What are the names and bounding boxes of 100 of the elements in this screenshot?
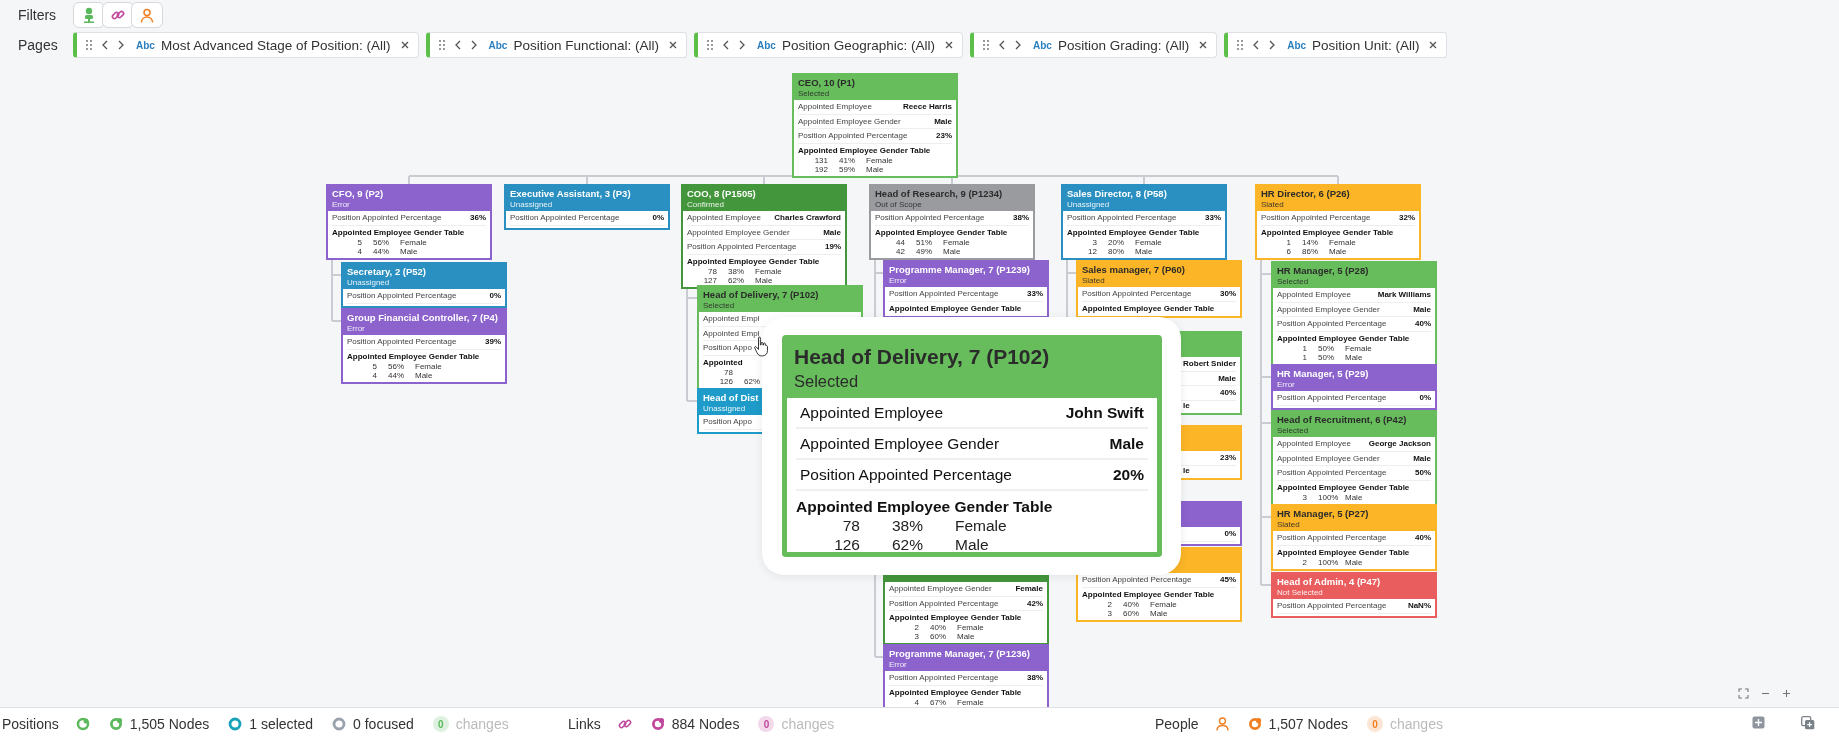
field-value: 33% bbox=[1205, 213, 1221, 223]
table-cell-text: 38% bbox=[727, 266, 745, 276]
status-text: 1 selected bbox=[249, 716, 314, 732]
table-cell-text: 60% bbox=[1122, 608, 1140, 618]
position-status: Selected bbox=[1277, 426, 1310, 436]
field-value: Robert Snider bbox=[1183, 359, 1236, 369]
field-value: Male bbox=[1413, 453, 1431, 463]
field-value: 50% bbox=[1415, 468, 1431, 478]
table-cell-text: 100% bbox=[1317, 492, 1340, 502]
table-cell-text: Male bbox=[415, 370, 434, 380]
table-cell-text: 6 bbox=[1285, 246, 1291, 256]
table-cell-text: 2 bbox=[913, 623, 919, 632]
table-cell-text: Male bbox=[1345, 352, 1364, 362]
table-heading: Appointed Employee Gender Table bbox=[889, 613, 1022, 622]
position-title: CFO, 9 (P2) bbox=[332, 188, 385, 200]
position-status: Slated bbox=[1082, 276, 1106, 286]
position-status: Error bbox=[889, 660, 908, 670]
table-cell-text: 4 bbox=[371, 370, 377, 380]
position-status: Selected bbox=[1277, 277, 1310, 287]
table-cell-text: 12 bbox=[1087, 246, 1097, 256]
table-cell-text: 56% bbox=[372, 237, 390, 247]
table-cell-text: 14% bbox=[1301, 237, 1319, 247]
table-cell-text: 78 bbox=[841, 516, 860, 535]
table-cell-text: Female bbox=[1135, 237, 1163, 247]
field-value: Male bbox=[1109, 434, 1144, 453]
table-cell-text: 50% bbox=[1317, 352, 1335, 362]
table-cell-text: Female bbox=[955, 516, 1008, 535]
field-label: Appointed Employee bbox=[687, 213, 761, 223]
field-label: Position Appo bbox=[703, 417, 752, 427]
field-value: Male bbox=[934, 116, 952, 126]
field-label: Position Appointed Percentage bbox=[1082, 289, 1192, 299]
position-status: Error bbox=[889, 276, 908, 286]
field-value: Male bbox=[1218, 373, 1236, 383]
position-status: Error bbox=[347, 324, 366, 334]
table-cell-text: 2 bbox=[1301, 557, 1307, 567]
table-heading: Appointed Employee Gender Table bbox=[332, 227, 465, 237]
field-value: Male bbox=[1413, 304, 1431, 314]
position-title: HR Manager, 5 (P27) bbox=[1277, 508, 1370, 520]
field-value: 0% bbox=[1419, 393, 1431, 403]
field-label: Position Appointed Percentage bbox=[1067, 213, 1177, 223]
position-title: Head of Delivery, 7 (P102) bbox=[703, 289, 820, 301]
table-heading: le bbox=[1183, 400, 1190, 410]
table-cell-text: 4 bbox=[913, 697, 919, 707]
field-value: 40% bbox=[1415, 319, 1431, 329]
table-cell-text: Female bbox=[1329, 237, 1357, 247]
field-value: 0% bbox=[652, 213, 664, 223]
table-heading: Appointed Employee Gender Table bbox=[1261, 227, 1394, 237]
field-value: 20% bbox=[1112, 465, 1144, 484]
table-cell-text: 42 bbox=[895, 246, 905, 256]
table-heading: Appointed Employee Gender Table bbox=[347, 351, 480, 361]
table-heading: Appointed Employee Gender Table bbox=[889, 303, 1022, 313]
table-cell-text: Male bbox=[400, 246, 419, 256]
page-filter-label: Position Unit: (All) bbox=[1312, 37, 1420, 53]
table-cell-text: 60% bbox=[929, 632, 947, 641]
table-cell-text: 100% bbox=[1317, 557, 1340, 567]
table-heading: Appointed Employee Gender Table bbox=[687, 256, 820, 266]
position-title: HR Director, 6 (P26) bbox=[1261, 188, 1351, 200]
table-cell-text: 38% bbox=[891, 516, 925, 535]
position-title: Programme Manager, 7 (P1236) bbox=[889, 648, 1031, 660]
field-value: 32% bbox=[1399, 213, 1415, 223]
table-cell-text: 86% bbox=[1301, 246, 1319, 256]
position-status: Slated bbox=[1261, 200, 1285, 210]
field-value: 23% bbox=[1220, 453, 1236, 463]
type-label: Abc bbox=[488, 39, 508, 51]
position-title: Head of Recruitment, 6 (P42) bbox=[1277, 414, 1408, 426]
position-status: Slated bbox=[1277, 520, 1301, 530]
field-label: Appointed Employee Gender bbox=[1277, 453, 1380, 463]
pages-label: Pages bbox=[18, 37, 59, 53]
table-cell-text: 3 bbox=[1091, 237, 1097, 247]
field-value: George Jackson bbox=[1368, 439, 1431, 449]
table-cell-text: 1 bbox=[1301, 352, 1307, 362]
field-label: Position Appointed Percentage bbox=[889, 289, 999, 299]
status-text: 1,507 Nodes bbox=[1268, 716, 1348, 732]
table-cell-text: 41% bbox=[838, 155, 856, 165]
field-label: Appointed Employee bbox=[1277, 439, 1351, 449]
position-title: Group Financial Controller, 7 (P4) bbox=[347, 312, 499, 324]
position-title: Secretary, 2 (P52) bbox=[347, 266, 428, 278]
type-label: Abc bbox=[136, 39, 155, 51]
field-value: 38% bbox=[1013, 213, 1029, 223]
table-cell-text: 1 bbox=[1301, 343, 1307, 353]
table-cell-text: Male bbox=[1150, 608, 1169, 618]
field-value: 30% bbox=[1220, 289, 1236, 299]
field-value: 23% bbox=[936, 131, 952, 141]
table-cell-text: 2 bbox=[1106, 599, 1112, 609]
table-cell-text: 49% bbox=[915, 246, 933, 256]
position-title: Sales manager, 7 (P60) bbox=[1082, 264, 1186, 276]
field-value: 42% bbox=[1027, 598, 1043, 608]
table-cell-text: 80% bbox=[1107, 246, 1125, 256]
position-status: Selected bbox=[798, 89, 831, 99]
table-cell-text: 62% bbox=[743, 376, 761, 386]
field-label: Position Appointed Percentage bbox=[332, 213, 442, 223]
table-cell-text: 20% bbox=[1107, 237, 1125, 247]
field-value: Male bbox=[823, 227, 841, 237]
status-text: 1,505 Nodes bbox=[129, 716, 210, 732]
table-heading: Appointed Employee Gender Table bbox=[1082, 589, 1215, 599]
table-cell-text: 3 bbox=[1301, 492, 1307, 502]
position-status: Selected bbox=[794, 371, 860, 392]
group-label: Positions bbox=[2, 716, 59, 732]
position-title: Head of Research, 9 (P1234) bbox=[875, 188, 1004, 200]
page-filter-label: Position Geographic: (All) bbox=[781, 37, 935, 53]
